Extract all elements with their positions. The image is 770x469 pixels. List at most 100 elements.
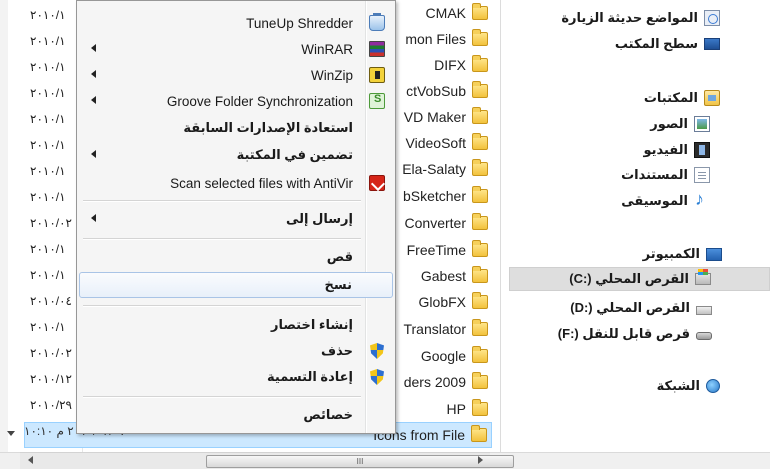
menu-item-create-shortcut[interactable]: إنشاء اختصار: [79, 313, 393, 337]
uac-shield-icon: [369, 369, 385, 385]
nav-network[interactable]: الشبكة: [657, 374, 720, 398]
folder-icon: [472, 55, 488, 72]
folder-row[interactable]: mon Files: [392, 26, 492, 52]
nav-label: المكتبات: [643, 90, 698, 105]
pictures-icon: [694, 116, 710, 132]
folder-row[interactable]: Ela-Salaty: [392, 156, 492, 182]
nav-videos[interactable]: الفيديو: [643, 138, 710, 162]
submenu-arrow-icon: [91, 150, 96, 158]
menu-item-groove-sync[interactable]: Groove Folder Synchronization: [79, 89, 393, 113]
menu-item-include-in-library[interactable]: تضمين في المكتبة: [79, 143, 393, 167]
menu-item-winrar[interactable]: WinRAR: [79, 37, 393, 61]
folder-row[interactable]: VD Maker: [392, 104, 492, 130]
menu-item-copy[interactable]: نسخ: [79, 272, 393, 298]
folder-icon: [472, 29, 488, 46]
date-cell: ٢٠١٠/٢٩: [30, 398, 73, 412]
menu-label: Groove Folder Synchronization: [166, 93, 353, 109]
nav-computer[interactable]: الكمبيوتر: [643, 242, 722, 266]
menu-item-scan-antivir[interactable]: Scan selected files with AntiVir: [79, 171, 393, 195]
drive-c-icon: [695, 269, 711, 285]
date-cell: ٢٠١٠/١: [30, 8, 66, 22]
nav-label: الكمبيوتر: [642, 246, 700, 261]
pane-divider[interactable]: [500, 0, 501, 452]
nav-removable-drive[interactable]: قرص قابل للنقل (:F): [558, 322, 712, 346]
folder-name: Translator: [403, 321, 466, 337]
folder-name: Gabest: [420, 268, 466, 284]
nav-libraries[interactable]: المكتبات: [644, 86, 720, 110]
folder-row[interactable]: Gabest: [392, 263, 492, 289]
date-cell: ٢٠١٠/١: [30, 112, 66, 126]
scrollbar-thumb[interactable]: III: [206, 455, 514, 468]
folder-icon: [472, 266, 488, 283]
context-menu: TuneUp Shredder WinRAR WinZip Groove Fol…: [76, 0, 396, 434]
scroll-right-arrow-icon[interactable]: [478, 456, 483, 464]
winrar-icon: [369, 41, 385, 57]
nav-label: القرص المحلي (:D): [570, 300, 690, 315]
folder-row[interactable]: VideoSoft: [392, 130, 492, 156]
folder-row[interactable]: DIFX: [392, 52, 492, 78]
folder-row[interactable]: Google: [392, 343, 492, 369]
nav-drive-d[interactable]: القرص المحلي (:D): [570, 296, 712, 320]
computer-icon: [706, 247, 722, 261]
nav-music[interactable]: الموسيقى: [621, 189, 710, 213]
date-cell: ٢٠١٠/١: [30, 164, 66, 178]
folder-name: Ela-Salaty: [402, 161, 466, 177]
nav-desktop[interactable]: سطح المكتب: [615, 32, 720, 56]
menu-item-winzip[interactable]: WinZip: [79, 63, 393, 87]
menu-item-properties[interactable]: خصائص: [79, 403, 393, 427]
folder-icon: [472, 186, 488, 203]
menu-label: حذف: [321, 343, 353, 358]
folder-row[interactable]: CMAK: [392, 0, 492, 26]
folder-row[interactable]: HP: [392, 396, 492, 422]
menu-label: إعادة التسمية: [267, 369, 353, 384]
date-cell: ٢٠١٠/١: [30, 190, 66, 204]
menu-label: قص: [326, 249, 353, 264]
uac-shield-icon: [369, 343, 385, 359]
shredder-icon: [369, 13, 385, 31]
folder-row[interactable]: GlobFX: [392, 289, 492, 315]
nav-drive-c[interactable]: القرص المحلي (:C): [509, 267, 770, 291]
antivir-icon: [369, 175, 385, 191]
folder-icon: [472, 240, 488, 257]
nav-pictures[interactable]: الصور: [650, 112, 710, 136]
menu-item-tuneup-shredder[interactable]: TuneUp Shredder: [79, 11, 393, 35]
folder-row[interactable]: Converter: [392, 210, 492, 236]
menu-separator: [83, 396, 361, 398]
videos-icon: [694, 142, 710, 158]
menu-item-rename[interactable]: إعادة التسمية: [79, 365, 393, 389]
folder-icon: [472, 81, 488, 98]
folder-row[interactable]: bSketcher: [392, 183, 492, 209]
nav-label: سطح المكتب: [614, 36, 698, 51]
folder-row[interactable]: FreeTime: [392, 237, 492, 263]
date-cell: ٢٠١٠/١: [30, 60, 66, 74]
nav-label: القرص المحلي (:C): [569, 271, 689, 286]
nav-recent-places[interactable]: المواضع حديثة الزيارة: [561, 6, 720, 30]
date-cell: ٢٠١٠/١: [30, 242, 66, 256]
groove-icon: [369, 93, 385, 109]
date-cell: ٢٠١٠/٠٢: [30, 346, 73, 360]
desktop-icon: [704, 38, 720, 50]
folder-row[interactable]: ders 2009: [392, 369, 492, 395]
folder-name: GlobFX: [418, 294, 466, 310]
folder-name: VD Maker: [403, 109, 466, 125]
folder-row[interactable]: Translator: [392, 316, 492, 342]
menu-separator: [83, 238, 361, 240]
folder-icon: [472, 133, 488, 150]
menu-item-delete[interactable]: حذف: [79, 339, 393, 363]
date-modified-column: ٢٠١٠/١ ٢٠١٠/١ ٢٠١٠/١ ٢٠١٠/١ ٢٠١٠/١ ٢٠١٠/…: [0, 0, 83, 452]
folder-name: FreeTime: [406, 242, 466, 258]
menu-item-send-to[interactable]: إرسال إلى: [79, 207, 393, 231]
menu-item-restore-previous-versions[interactable]: استعادة الإصدارات السابقة: [79, 116, 393, 140]
folder-row[interactable]: ctVobSub: [392, 78, 492, 104]
nav-documents[interactable]: المستندات: [621, 163, 710, 187]
menu-item-cut[interactable]: قص: [79, 245, 393, 269]
scroll-left-arrow-icon[interactable]: [28, 456, 33, 464]
nav-label: قرص قابل للنقل (:F): [557, 326, 690, 341]
menu-label: إرسال إلى: [286, 211, 353, 226]
date-cell: ٢٠١٠/١٢: [30, 372, 73, 386]
documents-icon: [694, 167, 710, 183]
horizontal-scrollbar[interactable]: III: [20, 452, 514, 469]
menu-separator: [83, 305, 361, 307]
folder-icon: [472, 372, 488, 389]
libraries-icon: [704, 90, 720, 106]
